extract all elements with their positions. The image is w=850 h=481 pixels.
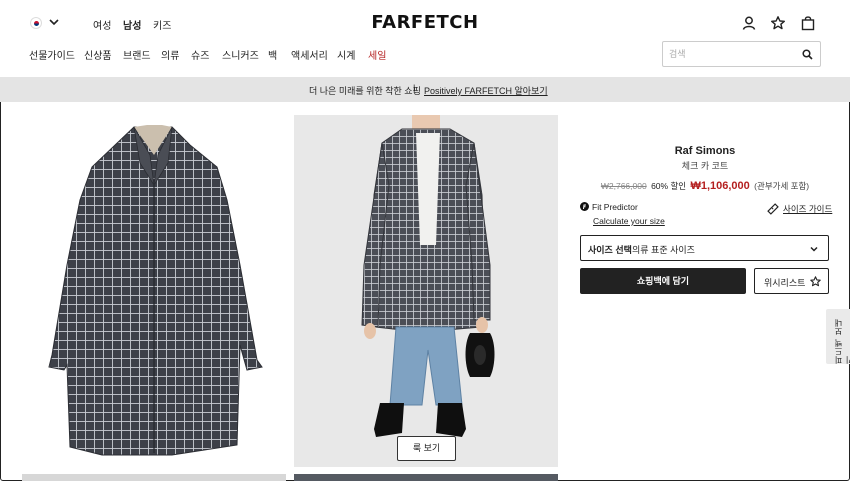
search-input[interactable] xyxy=(669,46,794,62)
product-image-front[interactable] xyxy=(22,115,286,467)
banner-separator: | xyxy=(413,83,416,93)
nav-watches[interactable]: 시계 xyxy=(337,47,355,62)
gallery-thumbnail[interactable] xyxy=(294,474,558,481)
gender-tab-women[interactable]: 여성 xyxy=(93,17,111,32)
discount-label: 60% 할인 xyxy=(651,181,687,191)
product-image-model[interactable] xyxy=(294,115,558,467)
nav-sale[interactable]: 세일 xyxy=(368,47,386,62)
wishlist-label: 위시리스트 xyxy=(764,278,806,288)
size-guide-link[interactable]: 사이즈 가이드 xyxy=(783,203,832,215)
nav-new-in[interactable]: 신상품 xyxy=(84,47,112,62)
search-box[interactable] xyxy=(662,41,821,67)
ruler-icon[interactable] xyxy=(767,203,779,215)
nav-clothing[interactable]: 의류 xyxy=(161,47,179,62)
product-brand[interactable]: Raf Simons xyxy=(580,145,830,157)
model-image xyxy=(294,115,558,467)
nav-accessories[interactable]: 액세서리 xyxy=(291,47,328,62)
feedback-tab[interactable]: 피드백 보내기 xyxy=(826,309,850,364)
chevron-down-icon xyxy=(810,246,818,252)
product-name: 체크 카 코트 xyxy=(681,161,729,171)
site-header: 여성 남성 키즈 FARFETCH 선물가이드 신상품 브랜드 의류 슈즈 스니… xyxy=(0,0,850,77)
nav-bags[interactable]: 백 xyxy=(268,47,277,62)
add-to-bag-button[interactable]: 쇼핑백에 담기 xyxy=(580,268,746,294)
farfetch-logo[interactable]: FARFETCH xyxy=(340,12,510,33)
shopping-bag-icon[interactable] xyxy=(800,15,816,31)
original-price: ₩2,766,000 xyxy=(600,181,647,191)
feedback-label: 피드백 보내기 xyxy=(834,318,850,364)
wishlist-button[interactable]: 위시리스트 xyxy=(754,268,829,294)
calculate-size-link[interactable]: Calculate your size xyxy=(593,216,665,226)
size-select-dropdown[interactable]: 사이즈 선택 의류 표준 사이즈 xyxy=(580,235,829,261)
coat-front-image xyxy=(48,125,263,456)
fit-predictor-icon xyxy=(580,202,589,211)
nav-sneakers[interactable]: 스니커즈 xyxy=(222,47,259,62)
sale-price: ₩1,106,000 xyxy=(690,180,750,192)
gallery-thumbnail[interactable] xyxy=(22,474,286,481)
banner-link[interactable]: Positively FARFETCH 알아보기 xyxy=(424,84,548,97)
banner-text: 더 나은 미래를 위한 착한 쇼핑 xyxy=(309,86,421,96)
nav-shoes[interactable]: 슈즈 xyxy=(191,47,209,62)
kr-flag-icon[interactable] xyxy=(30,17,42,29)
gender-tab-men[interactable]: 남성 xyxy=(123,17,141,32)
view-look-button[interactable]: 룩 보기 xyxy=(397,436,456,461)
search-icon[interactable] xyxy=(802,49,813,60)
chevron-down-icon[interactable] xyxy=(48,15,60,29)
star-icon xyxy=(810,276,821,287)
promo-banner: 더 나은 미래를 위한 착한 쇼핑 | Positively FARFETCH … xyxy=(0,77,850,102)
account-icon[interactable] xyxy=(741,15,757,31)
nav-brands[interactable]: 브랜드 xyxy=(123,47,151,62)
size-select-value: 의류 표준 사이즈 xyxy=(632,245,695,255)
fit-predictor-label: Fit Predictor xyxy=(592,202,638,212)
nav-gift-guide[interactable]: 선물가이드 xyxy=(29,47,75,62)
gender-tab-kids[interactable]: 키즈 xyxy=(153,17,171,32)
price-row: ₩2,766,000 60% 할인 ₩1,106,000 (관부가세 포함) xyxy=(580,180,830,192)
tax-note: (관부가세 포함) xyxy=(754,181,810,191)
size-select-label: 사이즈 선택 xyxy=(588,245,632,255)
wishlist-star-icon[interactable] xyxy=(770,15,786,31)
